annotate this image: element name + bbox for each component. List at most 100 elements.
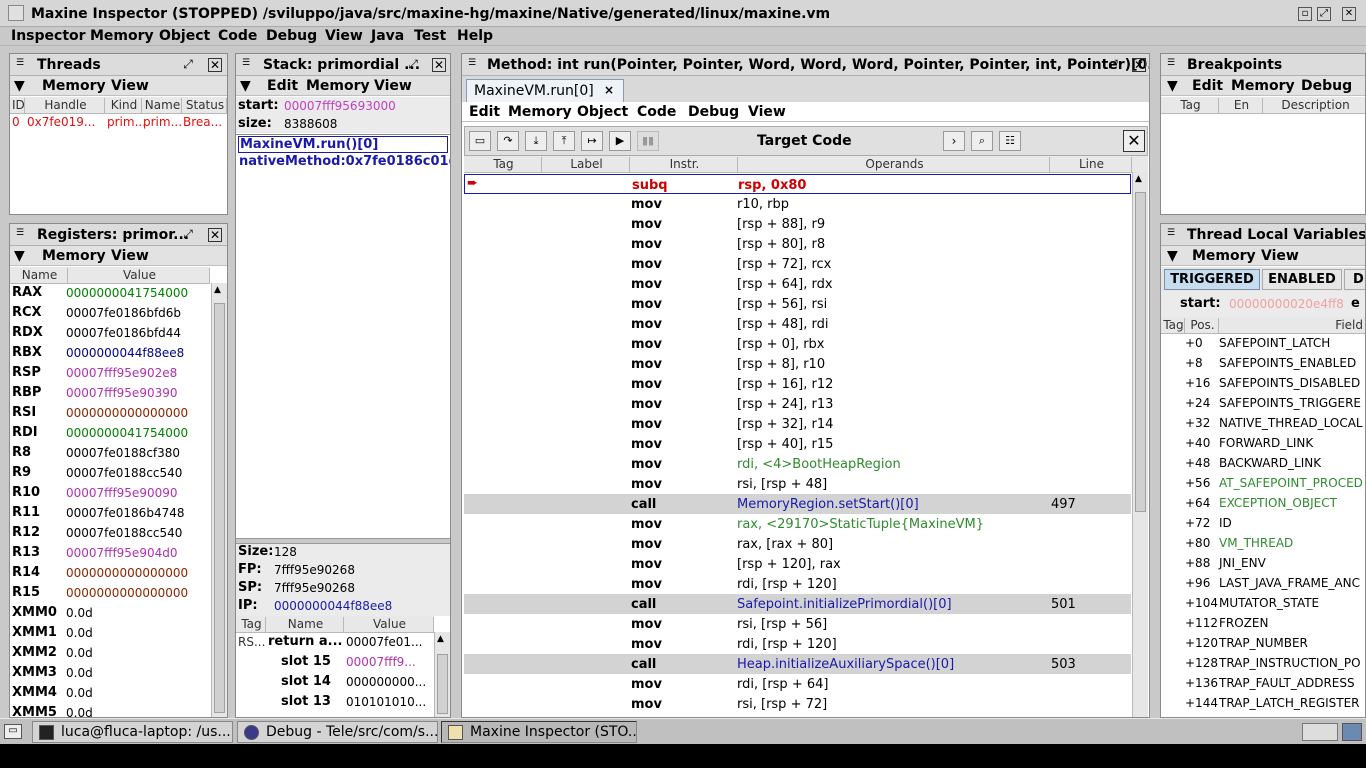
view-options-icon[interactable]: ▼	[14, 248, 25, 264]
menu-code[interactable]: Code	[218, 28, 257, 44]
undock-icon[interactable]: ⤢	[181, 58, 195, 72]
col-handle[interactable]: Handle	[25, 98, 105, 114]
tlv-row[interactable]: +48 BACKWARD_LINK	[1161, 453, 1351, 473]
close-icon[interactable]: ✕	[208, 58, 222, 72]
workspace-switcher[interactable]	[1302, 723, 1338, 741]
register-row[interactable]: RSP 00007fff95e902e8	[10, 363, 220, 383]
code-row[interactable]: mov rdi, [rsp + 120]	[464, 574, 1131, 594]
col-description[interactable]: Description	[1263, 98, 1365, 114]
tlv-row[interactable]: +144 TRAP_LATCH_REGISTER	[1161, 693, 1360, 713]
tlv-row[interactable]: +72 ID	[1161, 513, 1351, 533]
step-into-icon[interactable]: ⤓	[525, 131, 547, 151]
threads-menu-view[interactable]: View	[111, 78, 149, 94]
scrollbar-thumb[interactable]	[437, 654, 448, 714]
col-id[interactable]: ID	[10, 98, 25, 114]
col-name[interactable]: Name	[266, 617, 344, 633]
stack-slot-row[interactable]: RS... return a... 00007fe01...	[236, 632, 434, 652]
code-scrollbar[interactable]: ▲	[1132, 172, 1148, 717]
register-row[interactable]: R12 00007fe0188cc540	[10, 523, 220, 543]
tab-close-icon[interactable]: ×	[604, 83, 614, 97]
code-row[interactable]: mov [rsp + 0], rbx	[464, 334, 1131, 354]
col-value[interactable]: Value	[68, 268, 210, 284]
code-row[interactable]: call Heap.initializeAuxiliarySpace()[0] 50…	[464, 654, 1131, 674]
code-row[interactable]: mov rsi, [rsp + 72]	[464, 694, 1131, 714]
close-code-icon[interactable]: ✕	[1123, 130, 1145, 152]
stack-slot-row[interactable]: slot 15 00007fff9...	[236, 652, 434, 672]
menu-view[interactable]: View	[325, 28, 363, 44]
code-row[interactable]: mov [rsp + 24], r13	[464, 394, 1131, 414]
stack-slot-row[interactable]: slot 14 000000000...	[236, 672, 434, 692]
col-pos[interactable]: Pos.	[1185, 318, 1219, 334]
undock-icon[interactable]: ⤢	[181, 228, 195, 242]
taskbar-item-inspector[interactable]: Maxine Inspector (STO...	[441, 721, 637, 743]
search-icon[interactable]: ⌕	[971, 131, 993, 151]
menu-test[interactable]: Test	[414, 28, 446, 44]
code-row[interactable]: mov rdi, <4>BootHeapRegion	[464, 454, 1131, 474]
scrollbar-thumb[interactable]	[214, 303, 225, 713]
pause-icon[interactable]: ▮▮	[637, 131, 659, 151]
col-instr[interactable]: Instr.	[630, 157, 738, 173]
register-row[interactable]: XMM3 0.0d	[10, 663, 220, 683]
register-row[interactable]: RBP 00007fff95e90390	[10, 383, 220, 403]
col-enabled[interactable]: En	[1219, 98, 1263, 114]
col-name[interactable]: Name	[10, 268, 68, 284]
slots-scrollbar[interactable]: ▲	[434, 632, 450, 717]
view-options-icon[interactable]: ▼	[240, 78, 251, 94]
code-row[interactable]: mov [rsp + 56], rsi	[464, 294, 1131, 314]
start-value[interactable]: 00007fff95693000	[284, 99, 396, 113]
code-row[interactable]: mov [rsp + 72], rcx	[464, 254, 1131, 274]
code-row[interactable]: mov rsi, [rsp + 56]	[464, 614, 1131, 634]
code-row[interactable]: mov rax, <29170>StaticTuple{MaxineVM}	[464, 514, 1131, 534]
tab-disabled[interactable]: D	[1344, 269, 1365, 290]
col-tag[interactable]: Tag	[464, 157, 542, 173]
register-row[interactable]: RCX 00007fe0186bfd6b	[10, 303, 220, 323]
method-menu-memory[interactable]: Memory	[508, 104, 572, 120]
menu-memory[interactable]: Memory	[90, 28, 154, 44]
show-desktop-icon[interactable]: ▭	[4, 724, 22, 739]
register-row[interactable]: R8 00007fe0188cf380	[10, 443, 220, 463]
col-kind[interactable]: Kind	[105, 98, 142, 114]
code-row[interactable]: mov [rsp + 48], rdi	[464, 314, 1131, 334]
col-name[interactable]: Name	[142, 98, 182, 114]
tlv-row[interactable]: +0 SAFEPOINT_LATCH	[1161, 333, 1351, 353]
method-menu-code[interactable]: Code	[637, 104, 676, 120]
method-menu-object[interactable]: Object	[577, 104, 628, 120]
menu-java[interactable]: Java	[371, 28, 404, 44]
method-menu-view[interactable]: View	[748, 104, 786, 120]
tlv-row[interactable]: +64 EXCEPTION_OBJECT	[1161, 493, 1351, 513]
method-menu-edit[interactable]: Edit	[469, 104, 500, 120]
col-line[interactable]: Line	[1050, 157, 1132, 173]
register-row[interactable]: R13 00007fff95e904d0	[10, 543, 220, 563]
tlv-row[interactable]: +56 AT_SAFEPOINT_PROCED	[1161, 473, 1363, 493]
threads-menu-memory[interactable]: Memory	[42, 78, 106, 94]
close-icon[interactable]: ✕	[1342, 7, 1356, 21]
scrollbar-thumb[interactable]	[1135, 192, 1146, 512]
register-row[interactable]: R10 00007fff95e90090	[10, 483, 220, 503]
register-row[interactable]: RSI 0000000000000000	[10, 403, 220, 423]
register-row[interactable]: RDI 0000000041754000	[10, 423, 220, 443]
code-row[interactable]: mov [rsp + 16], r12	[464, 374, 1131, 394]
stack-menu-memory[interactable]: Memory	[306, 78, 370, 94]
step-out-icon[interactable]: ⤒	[553, 131, 575, 151]
menu-help[interactable]: Help	[457, 28, 493, 44]
scroll-up-icon[interactable]: ▲	[437, 634, 444, 644]
tab-maxinevm-run[interactable]: MaxineVM.run[0] ×	[466, 79, 624, 102]
undock-icon[interactable]: ⤢	[1106, 58, 1120, 72]
step-over-icon[interactable]: ↷	[497, 131, 519, 151]
stack-menu-view[interactable]: View	[374, 78, 412, 94]
close-icon[interactable]: ✕	[1132, 58, 1146, 72]
code-row[interactable]: ➨ subq rsp, 0x80	[464, 174, 1131, 194]
col-tag[interactable]: Tag	[1161, 318, 1185, 334]
workspace-icon[interactable]	[1342, 723, 1362, 741]
code-row[interactable]: call Safepoint.initializePrimordial()[0] 5…	[464, 594, 1131, 614]
menu-inspector[interactable]: Inspector	[11, 28, 86, 44]
col-status[interactable]: Status	[182, 98, 227, 114]
register-row[interactable]: XMM5 0.0d	[10, 703, 220, 717]
resume-icon[interactable]: ▶	[609, 131, 631, 151]
view-options-icon[interactable]: ▼	[1167, 248, 1178, 264]
ip-value[interactable]: 0000000044f88ee8	[274, 599, 392, 613]
view-options-icon[interactable]: ▼	[1167, 78, 1178, 94]
scroll-up-icon[interactable]: ▲	[214, 285, 221, 295]
register-row[interactable]: R11 00007fe0186b4748	[10, 503, 220, 523]
breakpoints-menu-memory[interactable]: Memory	[1231, 78, 1295, 94]
